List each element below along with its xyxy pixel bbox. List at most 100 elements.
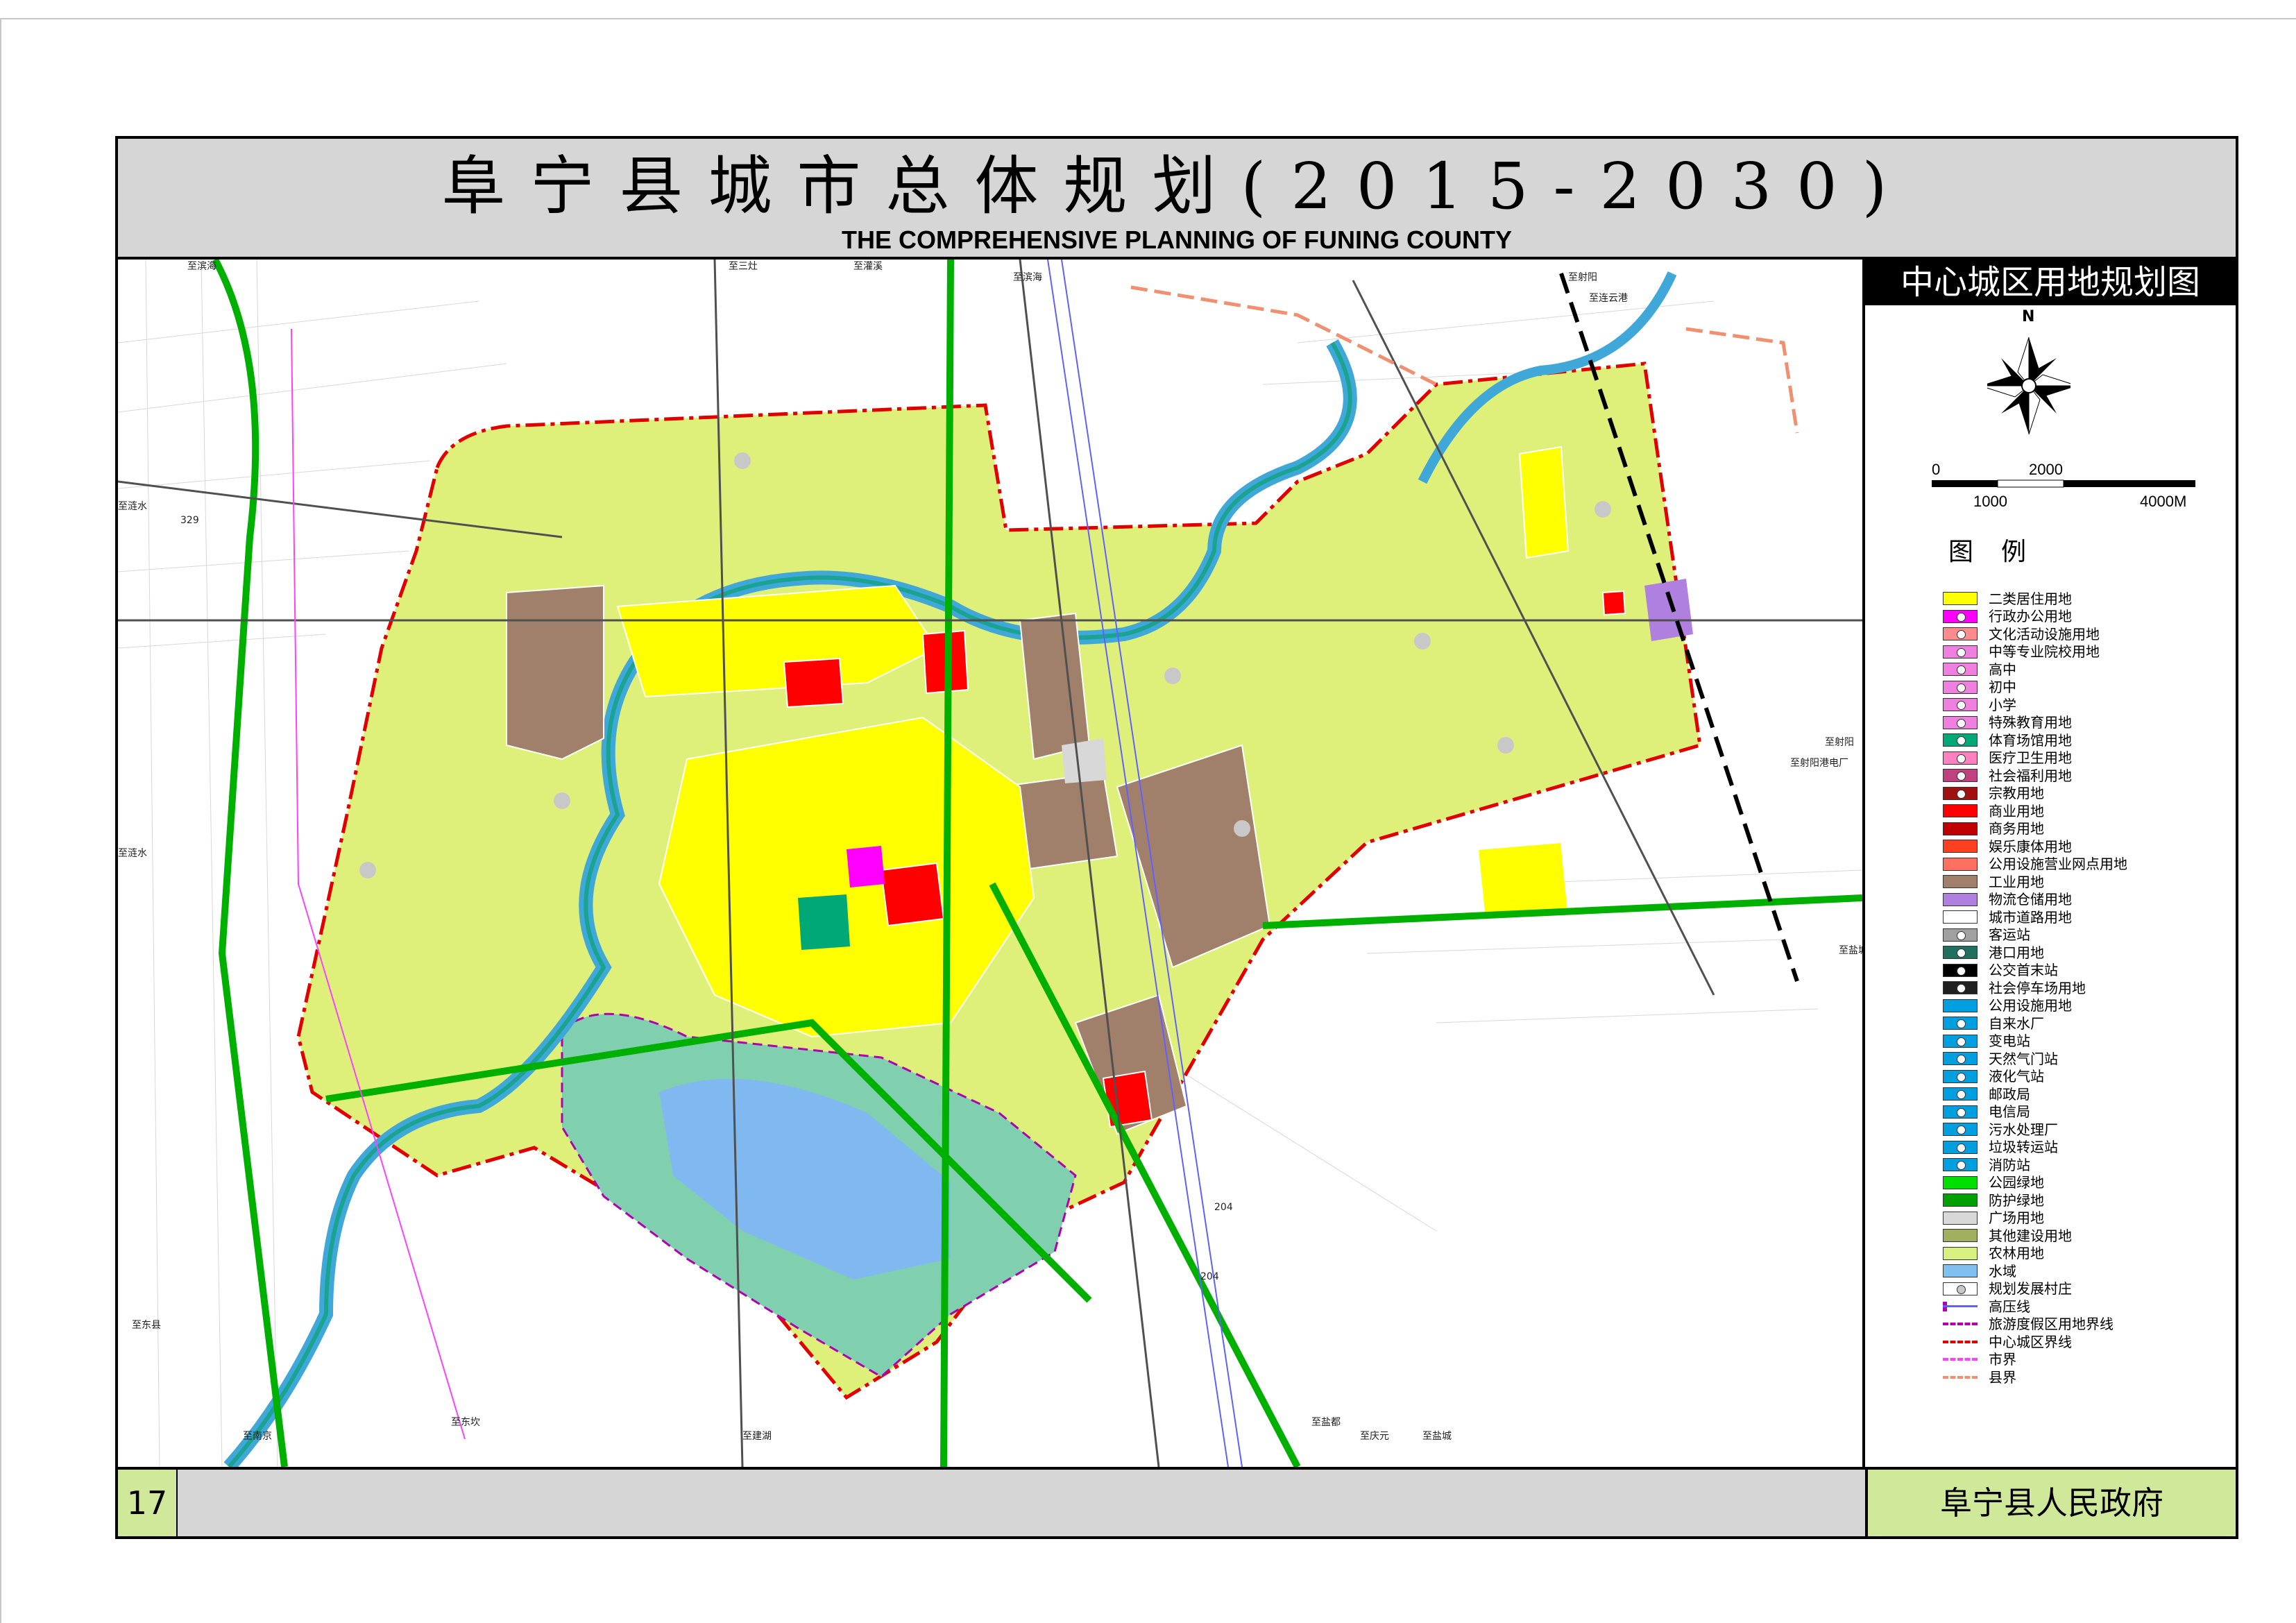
legend-swatch bbox=[1943, 733, 1978, 747]
legend-label: 港口用地 bbox=[1989, 944, 2044, 961]
legend-label: 规划发展村庄 bbox=[1989, 1280, 2072, 1298]
legend-label: 工业用地 bbox=[1989, 873, 2044, 890]
legend-label: 公交首末站 bbox=[1989, 962, 2058, 979]
legend-item: 农林用地 bbox=[1943, 1245, 2220, 1263]
legend-item: 初中 bbox=[1943, 679, 2220, 697]
legend-swatch bbox=[1943, 1264, 1978, 1278]
legend-label: 特殊教育用地 bbox=[1989, 714, 2072, 731]
label-to-qingyuan: 至庆元 bbox=[1360, 1431, 1389, 1442]
legend-item: 邮政局 bbox=[1943, 1085, 2220, 1103]
legend-swatch bbox=[1943, 1087, 1978, 1101]
legend-swatch bbox=[1943, 1358, 1978, 1361]
label-to-sheyang: 至射阳 bbox=[1568, 272, 1597, 283]
label-to-sheyang-power: 至射阳港电厂 bbox=[1790, 758, 1848, 769]
legend-swatch bbox=[1943, 910, 1978, 924]
legend-label: 防护绿地 bbox=[1989, 1191, 2044, 1209]
county-boundary bbox=[1130, 285, 1438, 386]
label-road-204-b: 204 bbox=[1200, 1271, 1219, 1282]
legend-label: 公用设施用地 bbox=[1989, 997, 2072, 1014]
legend-item: 中等专业院校用地 bbox=[1943, 643, 2220, 661]
legend-item: 工业用地 bbox=[1943, 873, 2220, 891]
legend-item: 社会福利用地 bbox=[1943, 767, 2220, 785]
legend-label: 文化活动设施用地 bbox=[1989, 625, 2100, 643]
legend-label: 社会福利用地 bbox=[1989, 767, 2072, 784]
map-sheet-title: 中心城区用地规划图 bbox=[1865, 260, 2236, 305]
label-to-dongxian: 至东县 bbox=[132, 1320, 161, 1331]
legend-swatch bbox=[1943, 857, 1978, 871]
legend-item: 公用设施营业网点用地 bbox=[1943, 856, 2220, 874]
legend-item: 市界 bbox=[1943, 1351, 2220, 1369]
legend-item: 商务用地 bbox=[1943, 820, 2220, 838]
label-to-jianhu: 至建湖 bbox=[742, 1431, 772, 1442]
legend-panel: 中心城区用地规划图 N 0 2000 1000 4000M 图例 二类居住用地 … bbox=[1865, 260, 2236, 1467]
legend-swatch bbox=[1943, 1069, 1978, 1083]
legend-swatch bbox=[1943, 804, 1978, 818]
legend-swatch bbox=[1943, 999, 1978, 1012]
legend-label: 公用设施营业网点用地 bbox=[1989, 856, 2127, 873]
legend-swatch bbox=[1943, 1375, 1978, 1379]
legend-label: 旅游度假区用地界线 bbox=[1989, 1316, 2114, 1333]
legend-label: 市界 bbox=[1989, 1351, 2016, 1368]
page-number: 17 bbox=[118, 1470, 178, 1536]
map-sheet-frame: 阜宁县城市总体规划(2015-2030) THE COMPREHENSIVE P… bbox=[115, 136, 2238, 1539]
legend-swatch bbox=[1943, 751, 1978, 765]
legend-item: 消防站 bbox=[1943, 1156, 2220, 1174]
legend-label: 社会停车场用地 bbox=[1989, 979, 2086, 996]
legend-label: 客运站 bbox=[1989, 926, 2030, 944]
legend-swatch bbox=[1943, 892, 1978, 906]
legend-swatch bbox=[1943, 786, 1978, 800]
title-chinese: 阜宁县城市总体规划(2015-2030) bbox=[441, 149, 1912, 223]
legend-label: 高中 bbox=[1989, 661, 2016, 678]
label-to-yancheng-2: 至盐城 bbox=[1422, 1431, 1452, 1442]
legend-item: 物流仓储用地 bbox=[1943, 891, 2220, 909]
legend-label: 二类居住用地 bbox=[1989, 590, 2072, 607]
legend-swatch bbox=[1943, 769, 1978, 783]
map-canvas: 至滨海 至三灶 至滨海 至灌溪 至射阳 至连云港 至涟水 至涟水 至射阳港电厂 … bbox=[118, 260, 1862, 1467]
legend-label: 变电站 bbox=[1989, 1033, 2030, 1050]
legend-item: 文化活动设施用地 bbox=[1943, 625, 2220, 643]
footer-bar: 17 阜宁县人民政府 bbox=[118, 1467, 2236, 1536]
title-bar: 阜宁县城市总体规划(2015-2030) THE COMPREHENSIVE P… bbox=[118, 139, 2236, 260]
legend-label: 公园绿地 bbox=[1989, 1174, 2044, 1191]
legend-label: 商务用地 bbox=[1989, 820, 2044, 838]
scale-bar: 0 2000 1000 4000M bbox=[1932, 461, 2202, 516]
legend-label: 其他建设用地 bbox=[1989, 1227, 2072, 1244]
legend-item: 公用设施用地 bbox=[1943, 997, 2220, 1015]
legend-swatch bbox=[1943, 592, 1978, 606]
legend-item: 防护绿地 bbox=[1943, 1191, 2220, 1209]
legend-swatch bbox=[1943, 875, 1978, 889]
legend-label: 物流仓储用地 bbox=[1989, 891, 2072, 908]
page-top-rule bbox=[0, 18, 2296, 19]
legend-swatch bbox=[1943, 680, 1978, 694]
legend-item: 中心城区界线 bbox=[1943, 1333, 2220, 1351]
legend-item: 旅游度假区用地界线 bbox=[1943, 1316, 2220, 1334]
legend-swatch bbox=[1943, 1246, 1978, 1260]
label-to-lianshui-2: 至涟水 bbox=[118, 848, 147, 859]
legend-item: 广场用地 bbox=[1943, 1209, 2220, 1227]
legend-item: 体育场馆用地 bbox=[1943, 731, 2220, 749]
label-to-binhai-2: 至滨海 bbox=[1013, 272, 1042, 283]
legend-item: 污水处理厂 bbox=[1943, 1121, 2220, 1139]
legend-item: 商业用地 bbox=[1943, 802, 2220, 820]
label-to-yandu: 至盐都 bbox=[1311, 1417, 1341, 1428]
legend-swatch bbox=[1943, 928, 1978, 942]
legend-label: 垃圾转运站 bbox=[1989, 1139, 2058, 1156]
land-use-map[interactable]: 至滨海 至三灶 至滨海 至灌溪 至射阳 至连云港 至涟水 至涟水 至射阳港电厂 … bbox=[118, 260, 1865, 1467]
legend-item: 小学 bbox=[1943, 696, 2220, 714]
page-left-rule bbox=[0, 18, 1, 1623]
label-to-dongkan: 至东坎 bbox=[451, 1417, 480, 1428]
label-to-binhai-1: 至滨海 bbox=[187, 261, 216, 272]
legend-label: 医疗卫生用地 bbox=[1989, 749, 2072, 767]
legend-item: 娱乐康体用地 bbox=[1943, 838, 2220, 856]
legend-swatch bbox=[1943, 1211, 1978, 1225]
legend-swatch bbox=[1943, 981, 1978, 995]
legend-swatch bbox=[1943, 1140, 1978, 1154]
legend-swatch bbox=[1943, 1340, 1978, 1343]
legend-item: 港口用地 bbox=[1943, 944, 2220, 962]
legend-item: 宗教用地 bbox=[1943, 785, 2220, 803]
legend-swatch bbox=[1943, 627, 1978, 641]
legend-label: 中等专业院校用地 bbox=[1989, 643, 2100, 661]
legend-heading: 图例 bbox=[1948, 538, 2055, 566]
issuing-organization: 阜宁县人民政府 bbox=[1865, 1470, 2236, 1536]
legend-label: 电信局 bbox=[1989, 1103, 2030, 1121]
